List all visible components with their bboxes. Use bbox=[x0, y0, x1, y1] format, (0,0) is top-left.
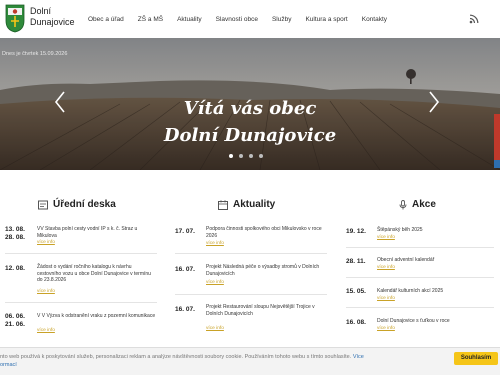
cookie-bar: nto web používá k poskytování služeb, pe… bbox=[0, 347, 500, 375]
slider-dot[interactable] bbox=[249, 154, 253, 158]
nav-item-kontakty[interactable]: Kontakty bbox=[362, 16, 387, 23]
akce-heading[interactable]: Akce bbox=[412, 199, 436, 210]
microphone-icon bbox=[399, 200, 407, 210]
more-info-link[interactable]: více info bbox=[37, 289, 55, 294]
side-accessibility-tab[interactable] bbox=[494, 114, 500, 160]
slider-dot[interactable] bbox=[229, 154, 233, 158]
item-date: 17. 07. bbox=[175, 228, 195, 235]
item-date-start: 13. 08. bbox=[5, 226, 25, 233]
item-text: Podpora činnosti spolkového obci Mikulov… bbox=[206, 226, 322, 239]
item-date: 16. 07. bbox=[175, 306, 195, 313]
hero-title-line2: Dolní Dunajovice bbox=[163, 125, 337, 146]
item-date-end: 28. 08. bbox=[5, 234, 25, 241]
item-text: Dolní Dunajovice s ťuťkou v roce bbox=[377, 318, 450, 324]
more-info-link[interactable]: více info bbox=[206, 241, 224, 246]
divider bbox=[346, 277, 494, 278]
item-text: Projekt Následná péče o výsadby stromů v… bbox=[206, 264, 320, 277]
uredni-deska-heading[interactable]: Úřední deska bbox=[53, 199, 116, 210]
item-text: Kalendář kulturních akcí 2025 bbox=[377, 288, 444, 294]
divider bbox=[346, 307, 494, 308]
item-date-start: 06. 06. bbox=[5, 313, 25, 320]
more-info-link[interactable]: více info bbox=[377, 265, 395, 270]
item-text: Žádost o vydání ročního katalogu k návrh… bbox=[37, 264, 151, 283]
nav-item-slavnosti-obce[interactable]: Slavnosti obce bbox=[216, 16, 258, 23]
divider bbox=[346, 247, 494, 248]
more-info-link[interactable]: více info bbox=[37, 328, 55, 333]
more-info-link[interactable]: více info bbox=[206, 280, 224, 285]
item-text: Štěpánský běh 2025 bbox=[377, 227, 423, 233]
nav-item-aktuality[interactable]: Aktuality bbox=[177, 16, 202, 23]
item-date: 19. 12. bbox=[346, 228, 366, 235]
more-info-link[interactable]: více info bbox=[377, 235, 395, 240]
cookie-message: nto web používá k poskytování služeb, pe… bbox=[0, 354, 352, 360]
site-name-line2: Dunajovice bbox=[30, 17, 75, 27]
slider-dot[interactable] bbox=[259, 154, 263, 158]
slider-dots bbox=[229, 154, 269, 158]
main-nav: Obec a úřad ZŠ a MŠ Aktuality Slavnosti … bbox=[88, 0, 401, 38]
item-date: 16. 07. bbox=[175, 266, 195, 273]
nav-item-kultura-a-sport[interactable]: Kultura a sport bbox=[305, 16, 347, 23]
item-date: 16. 08. bbox=[346, 319, 366, 326]
cookie-text: nto web používá k poskytování služeb, pe… bbox=[0, 353, 450, 369]
current-date-text: Dnes je čtvrtek 15.09.2026 bbox=[2, 51, 68, 57]
more-info-link[interactable]: více info bbox=[377, 296, 395, 301]
divider bbox=[5, 253, 157, 254]
item-text: Projekt Restaurování sloupu Nejsvětější … bbox=[206, 304, 315, 317]
site-header: Dolní Dunajovice Obec a úřad ZŠ a MŠ Akt… bbox=[0, 0, 500, 38]
item-text: VV Stavba polní cesty vodní IP s k. č. S… bbox=[37, 226, 138, 239]
item-date: 15. 05. bbox=[346, 288, 366, 295]
more-info-link[interactable]: více info bbox=[37, 240, 55, 245]
item-date-end: 21. 06. bbox=[5, 321, 25, 328]
rss-icon[interactable] bbox=[469, 14, 479, 24]
item-text: Obecní adventní kalendář bbox=[377, 257, 435, 263]
cookie-more-info-link[interactable]: Více bbox=[353, 354, 364, 360]
item-date-start: 12. 08. bbox=[5, 265, 25, 272]
divider bbox=[175, 294, 327, 295]
nav-item-sluzby[interactable]: Služby bbox=[272, 16, 292, 23]
cookie-accept-button[interactable]: Souhlasím bbox=[454, 352, 498, 365]
more-info-link[interactable]: více info bbox=[206, 326, 224, 331]
nav-item-zs-a-ms[interactable]: ZŠ a MŠ bbox=[138, 16, 163, 23]
more-info-link[interactable]: více info bbox=[377, 326, 395, 331]
side-tab-secondary[interactable] bbox=[494, 160, 500, 168]
calendar-icon bbox=[218, 200, 228, 210]
site-name[interactable]: Dolní Dunajovice bbox=[30, 6, 75, 28]
slider-dot[interactable] bbox=[239, 154, 243, 158]
notice-board-icon bbox=[38, 200, 48, 210]
hero-title-line1: Vítá vás obec bbox=[183, 98, 317, 119]
divider bbox=[5, 302, 157, 303]
nav-item-obec-a-urad[interactable]: Obec a úřad bbox=[88, 16, 124, 23]
divider bbox=[175, 253, 327, 254]
item-date: 28. 11. bbox=[346, 258, 366, 265]
site-name-line1: Dolní bbox=[30, 6, 52, 16]
cookie-more-info-link-cont[interactable]: ormací bbox=[0, 362, 17, 368]
item-text: V V Výzva k odstranění vraku z pozemní k… bbox=[37, 313, 156, 319]
coat-of-arms-logo[interactable] bbox=[4, 3, 26, 33]
aktuality-heading[interactable]: Aktuality bbox=[233, 199, 275, 210]
